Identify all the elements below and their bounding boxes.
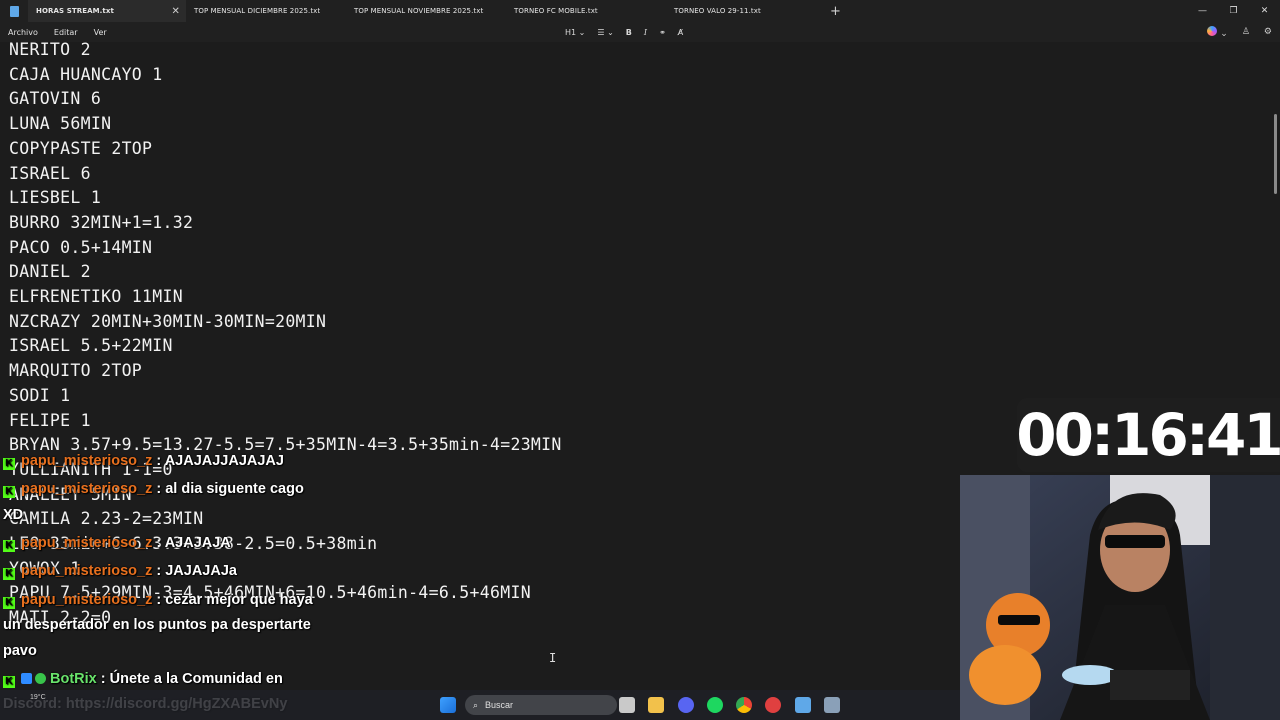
task-view-icon[interactable]	[619, 697, 635, 713]
editor-line: ISRAEL 6	[9, 163, 91, 183]
editor-line: CAMILA 2.23-2=23MIN	[9, 509, 204, 529]
screen: HORAS STREAM.txt ✕ TOP MENSUAL DICIEMBRE…	[0, 0, 1280, 720]
tab-horas-stream[interactable]: HORAS STREAM.txt ✕	[28, 0, 186, 22]
link-icon[interactable]: ⚭	[659, 28, 666, 37]
taskbar-search[interactable]: ⌕ Buscar	[465, 695, 617, 715]
right-toolbar: ⌄ ♙ ⚙	[1207, 22, 1272, 42]
editor-line: PACO 0.5+14MIN	[9, 237, 153, 257]
list-dropdown-icon[interactable]: ☰ ⌄	[597, 28, 613, 37]
account-icon[interactable]: ♙	[1242, 27, 1250, 37]
italic-icon[interactable]: I	[644, 28, 647, 37]
notepad-taskbar-icon[interactable]	[795, 697, 811, 713]
editor-line: GATOVIN 6	[9, 89, 102, 109]
timer-value: 00:16:41	[1016, 401, 1280, 469]
weather-widget[interactable]: 19°C	[30, 694, 46, 701]
tab-bar: HORAS STREAM.txt ✕ TOP MENSUAL DICIEMBRE…	[0, 0, 1280, 22]
copilot-icon[interactable]: ⌄	[1207, 25, 1228, 39]
heading-label: H1	[565, 27, 577, 37]
tab-top-mensual-diciembre[interactable]: TOP MENSUAL DICIEMBRE 2025.txt	[186, 0, 346, 22]
window-controls: — ❐ ✕	[1187, 0, 1280, 22]
editor-line: SODI 1	[9, 385, 71, 405]
discord-icon[interactable]	[678, 697, 694, 713]
search-placeholder: Buscar	[485, 700, 514, 710]
menu-view[interactable]: Ver	[86, 28, 115, 37]
editor-line: MARQUITO 2TOP	[9, 361, 143, 381]
editor-line: BRYAN 3.57+9.5=13.27-5.5=7.5+35MIN-4=3.5…	[9, 435, 562, 455]
tab-label: TOP MENSUAL NOVIEMBRE 2025.txt	[354, 7, 484, 15]
menu-edit[interactable]: Editar	[46, 28, 86, 37]
editor-line: YOWOX 1	[9, 558, 81, 578]
close-window-icon[interactable]: ✕	[1249, 0, 1280, 22]
app-icon[interactable]	[765, 697, 781, 713]
settings-gear-icon[interactable]: ⚙	[1264, 27, 1272, 37]
editor-line: ISRAEL 5.5+22MIN	[9, 336, 173, 356]
editor-line: ELFRENETIKO 11MIN	[9, 287, 183, 306]
tab-label: HORAS STREAM.txt	[36, 7, 114, 15]
editor-line: BURRO 32MIN+1=1.32	[9, 212, 194, 232]
close-icon[interactable]: ✕	[172, 6, 180, 17]
search-icon: ⌕	[473, 699, 479, 710]
minimize-icon[interactable]: —	[1187, 0, 1218, 22]
editor-line: NERITO 2	[9, 42, 91, 59]
maximize-icon[interactable]: ❐	[1218, 0, 1249, 22]
notepad-app-icon	[0, 0, 28, 22]
tab-torneo-fc-mobile[interactable]: TORNEO FC MOBILE.txt	[506, 0, 666, 22]
chevron-down-icon: ⌄	[578, 27, 586, 37]
editor-line: DANIEL 2	[9, 262, 91, 282]
editor-line: FELIPE 1	[9, 410, 91, 430]
calculator-icon[interactable]	[824, 697, 840, 713]
webcam-image	[960, 475, 1280, 720]
editor-line: NZCRAZY 20MIN+30MIN-30MIN=20MIN	[9, 311, 327, 331]
stream-timer: 00:16:41	[1016, 398, 1280, 472]
menu-bar: Archivo Editar Ver H1 ⌄ ☰ ⌄ B I ⚭ A̸ ⌄ ♙…	[0, 22, 1280, 42]
menu-file[interactable]: Archivo	[0, 28, 46, 37]
editor-line: YULLIANITH 1-1=0	[9, 459, 173, 479]
tab-torneo-valo[interactable]: TORNEO VALO 29-11.txt	[666, 0, 826, 22]
editor-line: PAPU 7.5+29MIN-3=4.5+46MIN+6=10.5+46min-…	[9, 583, 531, 603]
editor-line: ANALEEY 5MIN	[9, 484, 132, 504]
file-explorer-icon[interactable]	[648, 697, 664, 713]
chrome-icon[interactable]	[736, 697, 752, 713]
tab-label: TORNEO VALO 29-11.txt	[674, 7, 761, 15]
webcam-feed	[960, 475, 1280, 720]
new-tab-icon[interactable]: +	[830, 4, 841, 19]
format-toolbar: H1 ⌄ ☰ ⌄ B I ⚭ A̸	[565, 22, 683, 42]
editor-line: LIESBEL 1	[9, 188, 102, 208]
spotify-icon[interactable]	[707, 697, 723, 713]
bold-icon[interactable]: B	[626, 28, 632, 37]
editor-line: COPYPASTE 2TOP	[9, 138, 153, 158]
tab-label: TORNEO FC MOBILE.txt	[514, 7, 598, 15]
editor-line: MATI 2-2=0	[9, 608, 112, 628]
windows-start-icon[interactable]	[440, 697, 456, 713]
heading-dropdown[interactable]: H1 ⌄	[565, 28, 585, 37]
editor-line: LEO 33min+6-6.3.3+3.38-2.5=0.5+38min	[9, 534, 378, 553]
scrollbar-thumb[interactable]	[1274, 114, 1277, 194]
tab-top-mensual-noviembre[interactable]: TOP MENSUAL NOVIEMBRE 2025.txt	[346, 0, 506, 22]
editor-line: LUNA 56MIN	[9, 114, 112, 134]
clear-format-icon[interactable]: A̸	[678, 28, 683, 37]
text-cursor-icon: I	[549, 651, 557, 665]
tab-label: TOP MENSUAL DICIEMBRE 2025.txt	[194, 7, 321, 15]
editor-line: CAJA HUANCAYO 1	[9, 64, 163, 84]
